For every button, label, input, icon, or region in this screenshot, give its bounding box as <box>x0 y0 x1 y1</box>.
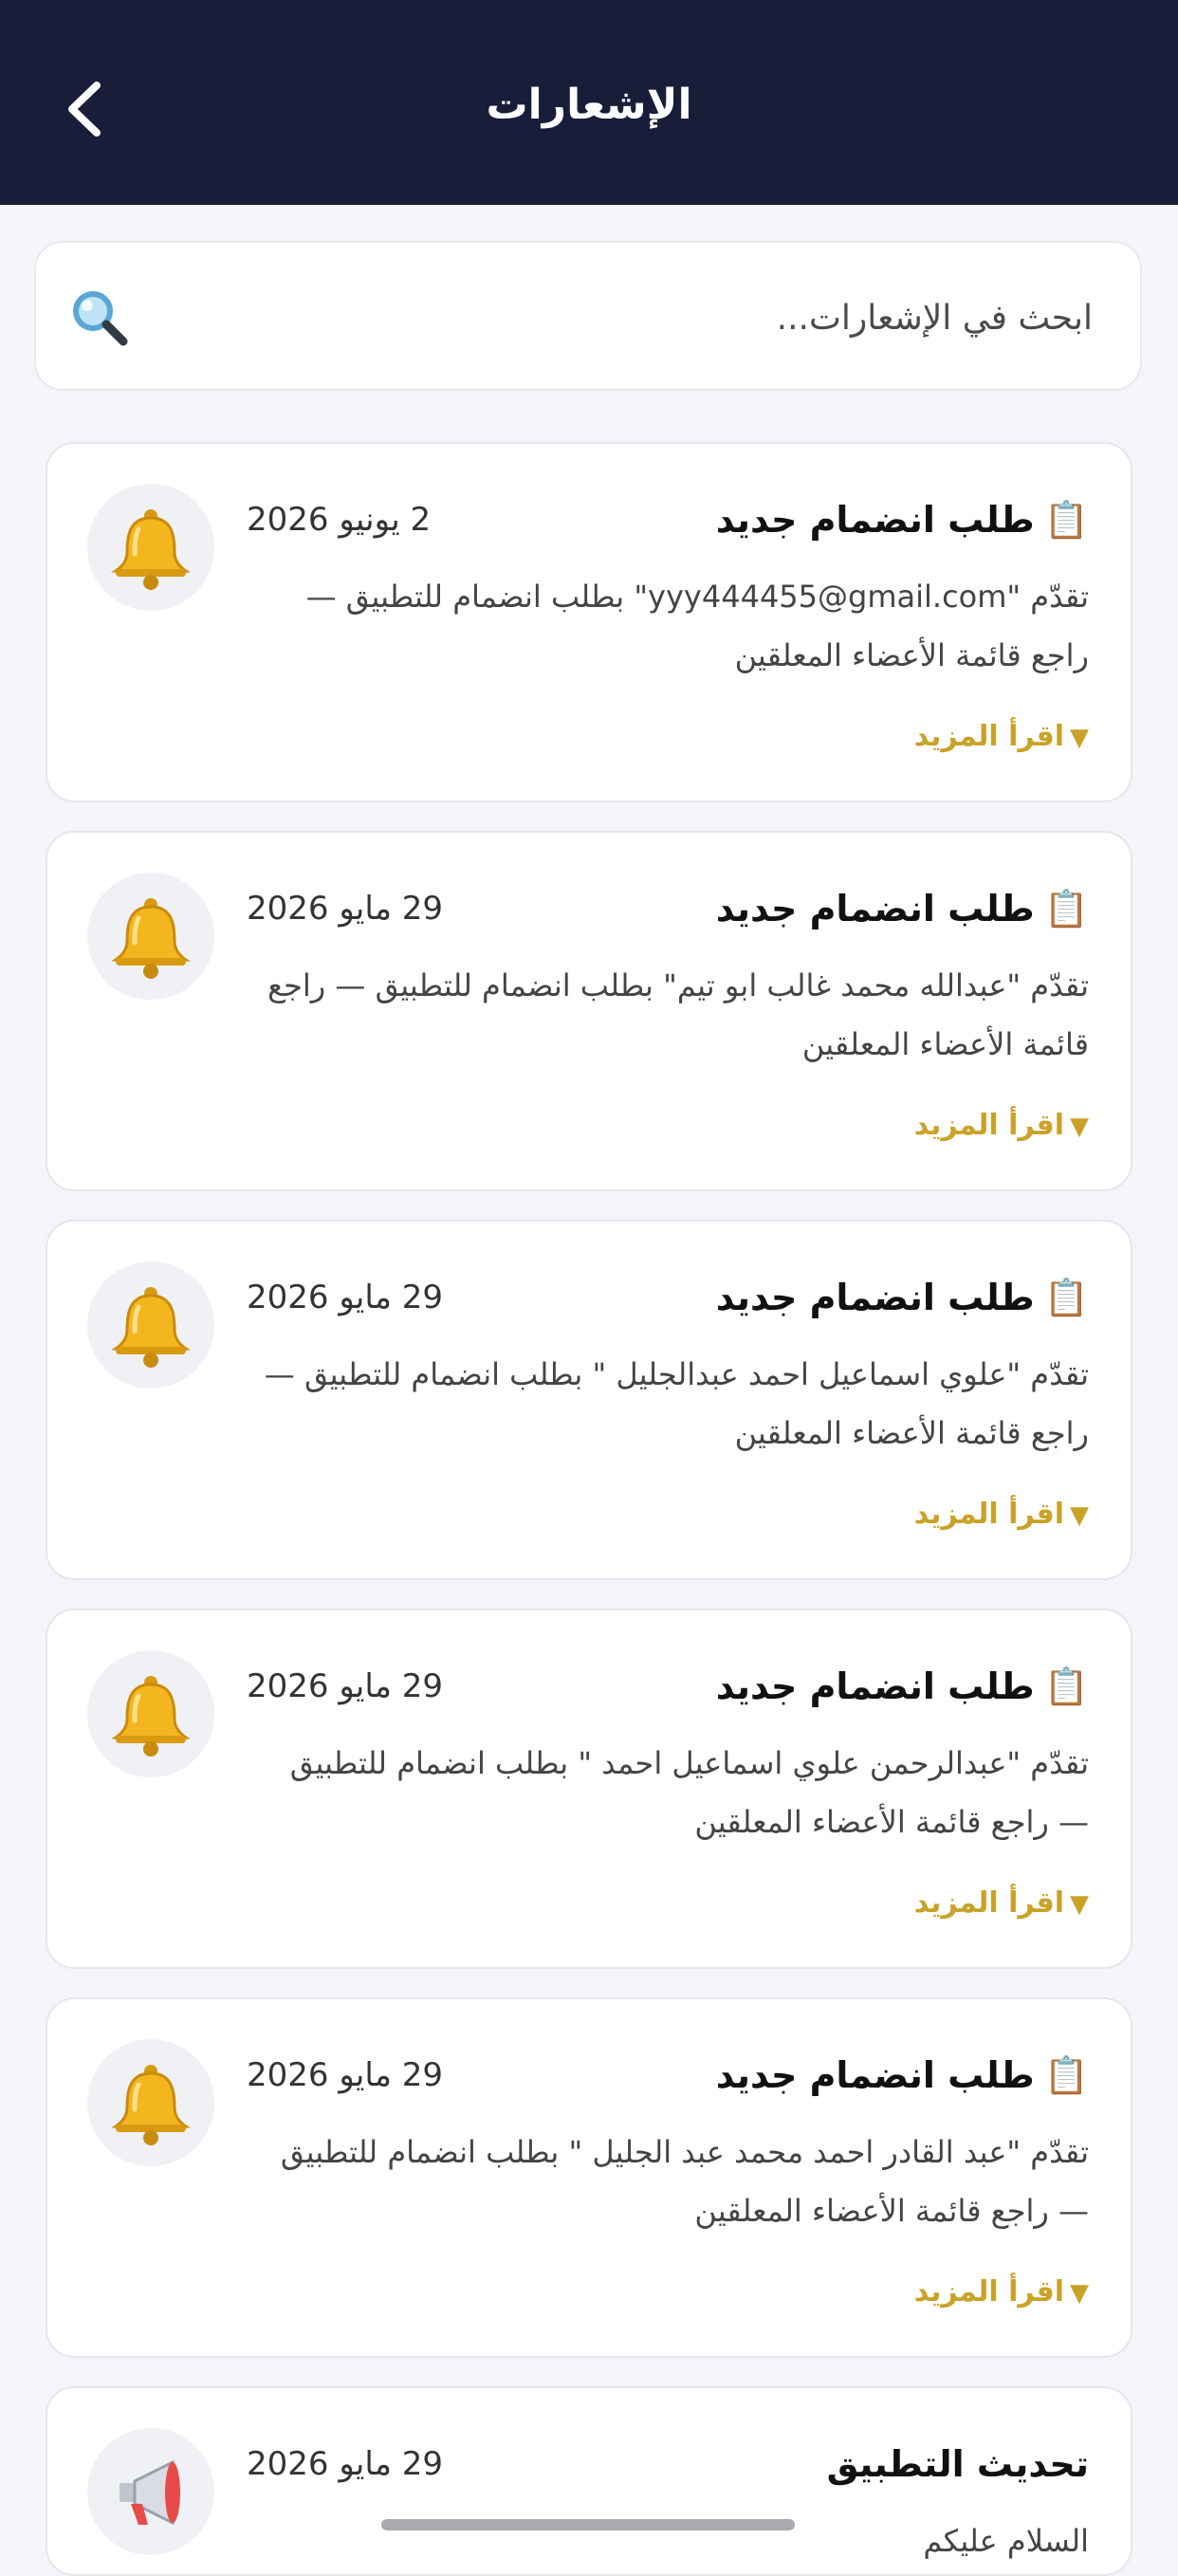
clipboard-icon: 📋 <box>1043 2054 1089 2096</box>
notification-date: 29 مايو 2026 <box>247 2445 444 2483</box>
notification-body: تقدّم "yyy444455@gmail.com" بطلب انضمام … <box>305 579 1089 673</box>
bell-icon <box>111 1287 191 1368</box>
notification-avatar <box>87 484 214 611</box>
notification-date: 2 يونيو 2026 <box>247 501 432 539</box>
notification-card[interactable]: تحديث التطبيق 29 مايو 2026 السلام عليكم <box>46 2386 1132 2576</box>
notification-card[interactable]: 📋طلب انضمام جديد 29 مايو 2026 تقدّم "عبد… <box>46 1997 1132 2358</box>
notification-title: 📋طلب انضمام جديد <box>716 1269 1089 1326</box>
bell-icon <box>111 2065 191 2145</box>
app-header: الإشعارات <box>0 0 1178 205</box>
triangle-down-icon: ▼ <box>1070 1501 1089 1530</box>
bell-icon <box>111 1676 191 1757</box>
notification-body: تقدّم "علوي اسماعيل احمد عبدالجليل " بطل… <box>264 1356 1089 1451</box>
read-more-link[interactable]: ▼اقرأ المزيد <box>914 2269 1089 2317</box>
notification-title: 📋طلب انضمام جديد <box>716 2047 1089 2104</box>
notification-date: 29 مايو 2026 <box>247 890 444 928</box>
notification-date: 29 مايو 2026 <box>247 1279 444 1316</box>
notification-title: 📋طلب انضمام جديد <box>716 491 1089 548</box>
search-bar <box>34 241 1142 391</box>
triangle-down-icon: ▼ <box>1070 724 1089 752</box>
notification-title: 📋طلب انضمام جديد <box>716 1658 1089 1715</box>
notification-card[interactable]: 📋طلب انضمام جديد 29 مايو 2026 تقدّم "علو… <box>46 1220 1132 1580</box>
triangle-down-icon: ▼ <box>1070 1890 1089 1919</box>
notification-title: تحديث التطبيق <box>826 2443 1089 2485</box>
notification-title: 📋طلب انضمام جديد <box>716 880 1089 937</box>
notification-date: 29 مايو 2026 <box>247 2056 444 2094</box>
search-input[interactable] <box>237 279 1095 357</box>
read-more-link[interactable]: ▼اقرأ المزيد <box>914 1880 1089 1928</box>
triangle-down-icon: ▼ <box>1070 1113 1089 1141</box>
notification-body: تقدّم "عبد القادر احمد محمد عبد الجليل "… <box>280 2134 1089 2229</box>
megaphone-icon <box>120 2459 180 2526</box>
notification-body: تقدّم "عبدالرحمن علوي اسماعيل احمد " بطل… <box>289 1745 1089 1840</box>
read-more-link[interactable]: ▼اقرأ المزيد <box>914 1491 1089 1539</box>
clipboard-icon: 📋 <box>1043 499 1089 541</box>
read-more-link[interactable]: ▼اقرأ المزيد <box>914 1102 1089 1150</box>
clipboard-icon: 📋 <box>1043 1277 1089 1318</box>
clipboard-icon: 📋 <box>1043 1665 1089 1707</box>
home-indicator[interactable] <box>381 2519 795 2530</box>
notification-avatar <box>87 2039 214 2166</box>
triangle-down-icon: ▼ <box>1070 2279 1089 2308</box>
page-title: الإشعارات <box>486 81 692 129</box>
notification-avatar <box>87 873 214 1000</box>
search-icon[interactable] <box>66 285 133 351</box>
clipboard-icon: 📋 <box>1043 888 1089 929</box>
notification-card[interactable]: 📋طلب انضمام جديد 2 يونيو 2026 تقدّم "yyy… <box>46 442 1132 802</box>
notification-card[interactable]: 📋طلب انضمام جديد 29 مايو 2026 تقدّم "عبد… <box>46 1609 1132 1969</box>
notification-body: تقدّم "عبدالله محمد غالب ابو تيم" بطلب ا… <box>267 967 1089 1062</box>
notification-avatar <box>87 1650 214 1777</box>
bell-icon <box>111 509 191 590</box>
notification-avatar <box>87 2428 214 2555</box>
notification-date: 29 مايو 2026 <box>247 1667 444 1705</box>
notification-card[interactable]: 📋طلب انضمام جديد 29 مايو 2026 تقدّم "عبد… <box>46 831 1132 1191</box>
read-more-link[interactable]: ▼اقرأ المزيد <box>914 713 1089 762</box>
bell-icon <box>111 898 191 979</box>
notification-avatar <box>87 1261 214 1389</box>
